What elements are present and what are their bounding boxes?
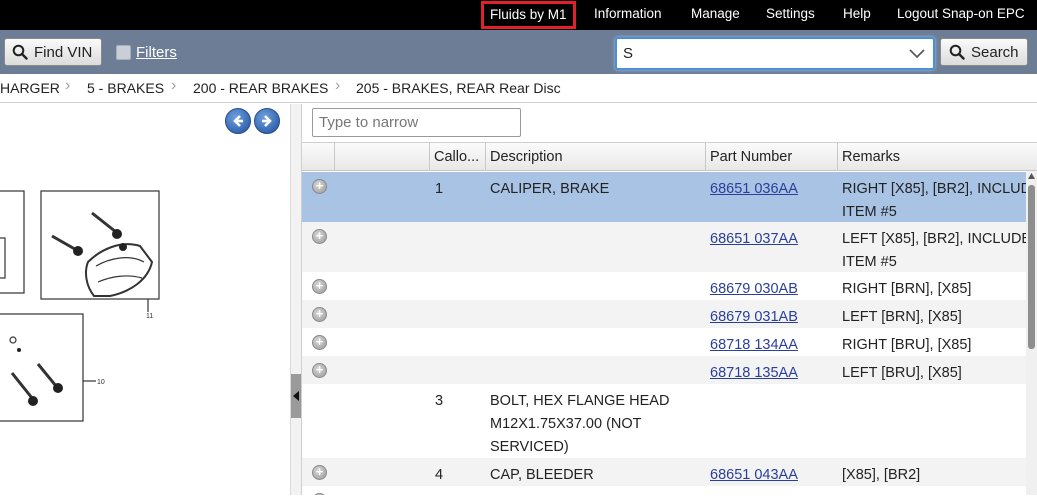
breadcrumb: HARGER › 5 - BRAKES › 200 - REAR BRAKES … [0, 74, 1037, 103]
remarks-line: ITEM #5 [842, 204, 897, 220]
column-header-description[interactable]: Description [485, 143, 705, 171]
manage-link[interactable]: Manage [691, 0, 740, 30]
column-header-callout[interactable]: Callo... [429, 143, 485, 171]
settings-link[interactable]: Settings [766, 0, 815, 30]
part-number-link[interactable]: 68651 036AA [710, 178, 798, 201]
callout-cell: 3 [435, 393, 444, 409]
search-icon [12, 44, 28, 60]
arrow-left-icon [233, 115, 243, 127]
column-header-remarks[interactable]: Remarks [837, 143, 1037, 171]
breadcrumb-item-current: 205 - BRAKES, REAR Rear Disc [356, 80, 561, 96]
description-line: BOLT, HEX FLANGE HEAD [490, 393, 670, 409]
filters-toggle[interactable]: Filters [116, 44, 177, 61]
description-cell: BOLT, HEX FLANGE HEAD M12X1.75X37.00 (NOT… [490, 390, 669, 459]
part-number-link[interactable]: 68651 037AA [710, 228, 798, 251]
diagram-callout: 11 [146, 313, 153, 320]
caret-left-icon [293, 391, 299, 401]
description-cell: CAP, BLEEDER [490, 464, 594, 487]
expand-plus-icon[interactable]: + [312, 465, 327, 480]
callout-cell: 1 [435, 181, 444, 197]
top-nav-bar: Fluids by M1 Information Manage Settings… [0, 0, 1037, 30]
column-header-part-number[interactable]: Part Number [705, 143, 837, 171]
search-icon [949, 44, 965, 60]
pane-splitter[interactable] [290, 104, 302, 495]
table-row[interactable]: +68679 031AB LEFT [BRN], [X85] [302, 300, 1026, 328]
table-row[interactable]: +68718 134AA RIGHT [BRU], [X85] [302, 328, 1026, 356]
diagram-pane: 11 10 [0, 104, 290, 495]
table-row[interactable]: +68651 043AA[BRU], [X85] [302, 486, 1026, 495]
parts-diagram[interactable]: 11 10 [0, 104, 290, 495]
expand-plus-icon[interactable]: + [312, 279, 327, 294]
breadcrumb-item[interactable]: 5 - BRAKES [87, 80, 164, 96]
remarks-cell: RIGHT [BRN], [X85] [842, 278, 971, 301]
remarks-cell: RIGHT [BRU], [X85] [842, 334, 971, 357]
part-number-link[interactable]: 68718 135AA [710, 362, 798, 385]
remarks-line: RIGHT [BRN], [X85] [842, 281, 972, 297]
search-select-value: S [623, 45, 634, 62]
grid-header: Callo... Description Part Number Remarks [302, 143, 1037, 171]
narrow-filter-input[interactable] [312, 108, 521, 137]
remarks-cell: LEFT [BRU], [X85] [842, 362, 962, 385]
description-line: SERVICED) [490, 439, 569, 455]
filters-label: Filters [136, 44, 177, 61]
table-row[interactable]: +4 CAP, BLEEDER 68651 043AA [X85], [BR2] [302, 458, 1026, 486]
remarks-line: LEFT [BRU], [X85] [842, 365, 962, 381]
remarks-line: [X85], [BR2] [842, 467, 921, 483]
diagram-callout: 10 [97, 379, 105, 386]
find-vin-label: Find VIN [34, 43, 93, 61]
scrollbar-thumb[interactable] [1028, 185, 1035, 349]
information-link[interactable]: Information [594, 0, 662, 30]
scroll-up-icon[interactable] [1028, 173, 1035, 179]
part-number-link[interactable]: 68651 043AA [710, 464, 798, 487]
column-header-blank[interactable] [334, 143, 429, 171]
table-row[interactable]: +68651 037AA LEFT [X85], [BR2], INCLUDE IT… [302, 222, 1031, 272]
table-row[interactable]: +68679 030AB RIGHT [BRN], [X85] [302, 272, 1026, 300]
remarks-line: LEFT [X85], [BR2], INCLUDE [842, 231, 1032, 247]
fluids-by-m1-link[interactable]: Fluids by M1 [481, 1, 576, 29]
breadcrumb-item[interactable]: 200 - REAR BRAKES [193, 80, 328, 96]
remarks-cell: RIGHT [X85], [BR2], INCLUDE ITEM #5 [842, 178, 1037, 224]
breadcrumb-separator-icon: › [65, 77, 71, 94]
logout-link[interactable]: Logout Snap-on EPC [897, 0, 1025, 30]
remarks-line: RIGHT [BRU], [X85] [842, 337, 972, 353]
description-line: CALIPER, BRAKE [490, 181, 610, 197]
collapse-handle[interactable] [291, 374, 301, 418]
search-select[interactable]: S [615, 37, 935, 70]
remarks-cell: LEFT [X85], [BR2], INCLUDE ITEM #5 [842, 228, 1031, 274]
remarks-cell: [X85], [BR2] [842, 464, 920, 487]
breadcrumb-item[interactable]: HARGER [0, 80, 60, 96]
expand-plus-icon[interactable]: + [312, 229, 327, 244]
previous-arrow-button[interactable] [225, 108, 251, 134]
filters-checkbox[interactable] [116, 45, 131, 60]
table-row[interactable]: +68718 135AA LEFT [BRU], [X85] [302, 356, 1026, 384]
arrow-right-icon [262, 115, 272, 127]
part-number-link[interactable]: 68679 031AB [710, 306, 798, 329]
table-row[interactable]: +1 CALIPER, BRAKE 68651 036AA RIGHT [X85], … [302, 172, 1037, 222]
description-line: CAP, BLEEDER [490, 467, 594, 483]
search-button-label: Search [971, 43, 1019, 61]
remarks-cell: LEFT [BRN], [X85] [842, 306, 962, 329]
description-line: M12X1.75X37.00 (NOT [490, 416, 642, 432]
parts-grid: Callo... Description Part Number Remarks… [302, 142, 1037, 495]
search-button[interactable]: Search [940, 38, 1028, 66]
find-vin-button[interactable]: Find VIN [4, 38, 102, 66]
breadcrumb-separator-icon: › [171, 77, 177, 94]
expand-plus-icon[interactable]: + [312, 307, 327, 322]
breadcrumb-separator-icon: › [335, 77, 341, 94]
remarks-line: ITEM #5 [842, 254, 897, 270]
expand-plus-icon[interactable]: + [312, 335, 327, 350]
part-number-link[interactable]: 68679 030AB [710, 278, 798, 301]
grid-scrollbar[interactable] [1026, 171, 1037, 495]
expand-plus-icon[interactable]: + [312, 179, 327, 194]
chevron-down-icon [909, 49, 925, 59]
help-link[interactable]: Help [843, 0, 871, 30]
description-cell: CALIPER, BRAKE [490, 178, 609, 201]
expand-plus-icon[interactable]: + [312, 363, 327, 378]
remarks-line: LEFT [BRN], [X85] [842, 309, 962, 325]
remarks-line: RIGHT [X85], [BR2], INCLUDE [842, 181, 1037, 197]
table-row[interactable]: 3 BOLT, HEX FLANGE HEAD M12X1.75X37.00 (NO… [302, 384, 1026, 458]
callout-cell: 4 [435, 467, 444, 483]
part-number-link[interactable]: 68718 134AA [710, 334, 798, 357]
next-arrow-button[interactable] [254, 108, 280, 134]
